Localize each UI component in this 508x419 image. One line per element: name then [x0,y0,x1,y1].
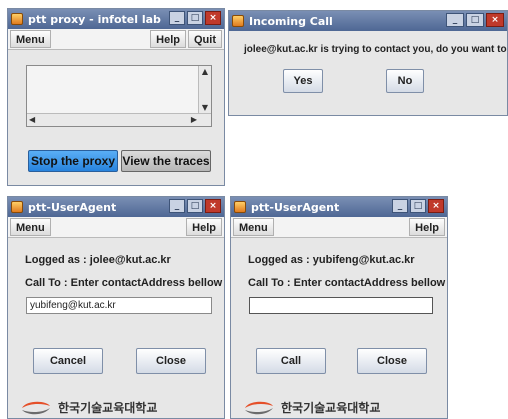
useragent-titlebar[interactable]: ptt-UserAgent _ □ × [231,197,447,217]
proxy-titlebar[interactable]: ptt proxy - infotel lab _ □ × [8,9,224,29]
minimize-button[interactable]: _ [169,199,185,213]
close-window-button[interactable]: × [205,11,221,25]
useragent-window-left: ptt-UserAgent _ □ × Menu Help Logged as … [7,196,225,419]
logged-as-label: Logged as : jolee@kut.ac.kr [25,254,171,266]
proxy-window: ptt proxy - infotel lab _ □ × Menu Help … [7,8,225,186]
java-app-icon [11,201,23,213]
useragent-titlebar[interactable]: ptt-UserAgent _ □ × [8,197,224,217]
menu-item-menu[interactable]: Menu [10,218,51,236]
call-to-label: Call To : Enter contactAddress bellow ! [25,277,225,289]
close-button[interactable]: Close [136,348,206,374]
useragent-window-right: ptt-UserAgent _ □ × Menu Help Logged as … [230,196,448,419]
close-button[interactable]: Close [357,348,427,374]
minimize-button[interactable]: _ [169,11,185,25]
menu-item-menu[interactable]: Menu [233,218,274,236]
yes-button[interactable]: Yes [283,69,323,93]
java-app-icon [232,15,244,27]
maximize-button[interactable]: □ [187,199,203,213]
university-logo: 한국기술교육대학교 [20,399,157,416]
menu-item-help[interactable]: Help [150,30,186,48]
no-button[interactable]: No [386,69,424,93]
trace-text-area[interactable]: ▲ ▼ ◀ ▶ [26,65,212,127]
proxy-menubar: Menu Help Quit [8,29,224,50]
menu-item-help[interactable]: Help [186,218,222,236]
maximize-button[interactable]: □ [466,13,484,27]
useragent-title: ptt-UserAgent [28,200,117,214]
university-logo-text: 한국기술교육대학교 [281,401,381,415]
scroll-up-icon[interactable]: ▲ [199,66,211,78]
university-logo: 한국기술교육대학교 [243,399,380,416]
close-window-button[interactable]: × [486,13,504,27]
view-traces-button[interactable]: View the traces [121,150,211,172]
scroll-left-icon[interactable]: ◀ [29,114,35,126]
contact-address-input[interactable]: yubifeng@kut.ac.kr [26,297,212,314]
university-logo-text: 한국기술교육대학교 [58,401,158,415]
contact-address-input[interactable] [249,297,433,314]
maximize-button[interactable]: □ [410,199,426,213]
proxy-window-title: ptt proxy - infotel lab [28,12,161,26]
logo-swoosh-icon [245,401,273,414]
cancel-button[interactable]: Cancel [33,348,103,374]
useragent-title: ptt-UserAgent [251,200,340,214]
java-app-icon [11,13,23,25]
useragent-menubar: Menu Help [231,217,447,238]
incoming-call-dialog: Incoming Call _ □ × jolee@kut.ac.kr is t… [228,10,508,116]
vertical-scrollbar[interactable]: ▲ ▼ [198,66,211,114]
call-to-label: Call To : Enter contactAddress bellow ! [248,277,448,289]
stop-proxy-button[interactable]: Stop the proxy [28,150,118,172]
logo-swoosh-icon [22,401,50,414]
scroll-right-icon[interactable]: ▶ [191,114,197,126]
minimize-button[interactable]: _ [392,199,408,213]
minimize-button[interactable]: _ [446,13,464,27]
call-dialog-titlebar[interactable]: Incoming Call _ □ × [229,11,507,31]
menu-item-menu[interactable]: Menu [10,30,51,48]
useragent-menubar: Menu Help [8,217,224,238]
horizontal-scrollbar[interactable]: ◀ ▶ [27,113,211,126]
maximize-button[interactable]: □ [187,11,203,25]
call-button[interactable]: Call [256,348,326,374]
menu-item-quit[interactable]: Quit [188,30,222,48]
call-dialog-title: Incoming Call [249,14,333,28]
call-prompt-message: jolee@kut.ac.kr is trying to contact you… [244,44,507,55]
java-app-icon [234,201,246,213]
close-window-button[interactable]: × [428,199,444,213]
logged-as-label: Logged as : yubifeng@kut.ac.kr [248,254,415,266]
close-window-button[interactable]: × [205,199,221,213]
menu-item-help[interactable]: Help [409,218,445,236]
